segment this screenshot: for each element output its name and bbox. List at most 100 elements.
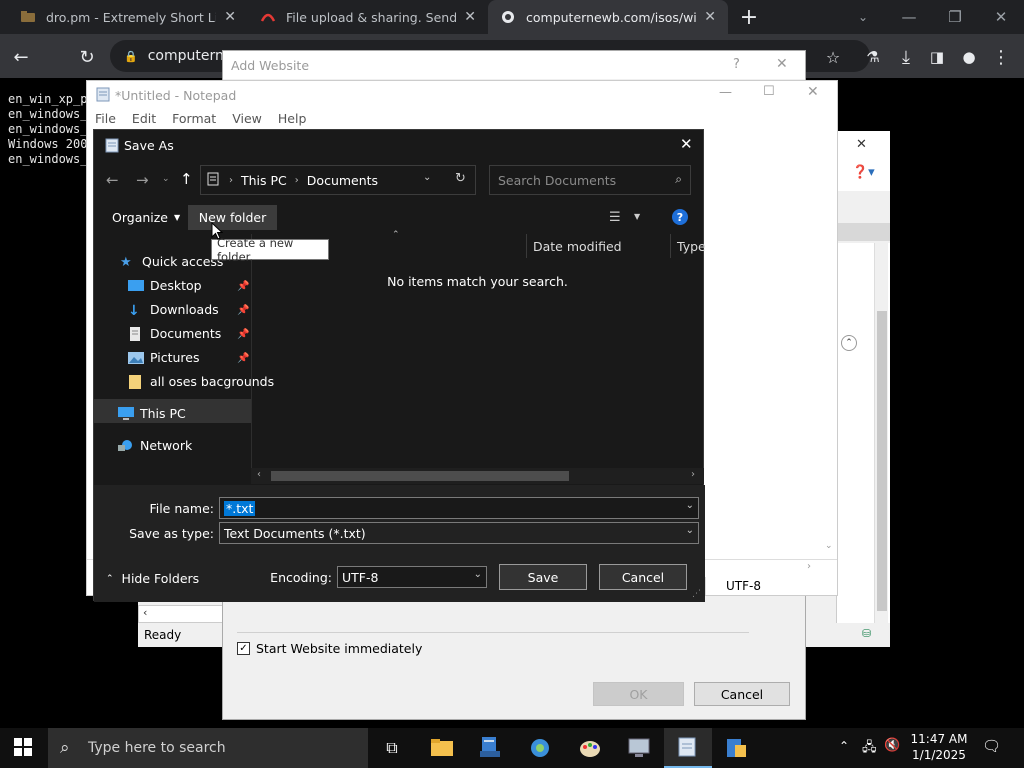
up-arrow-icon[interactable]: ↑: [180, 170, 193, 188]
scroll-down-arrow-icon[interactable]: ⌄: [825, 541, 833, 551]
new-folder-button[interactable]: New folder: [188, 205, 277, 230]
minimize-icon[interactable]: —: [886, 0, 932, 34]
menu-file[interactable]: File: [95, 111, 116, 126]
notifications-icon[interactable]: 🗨: [982, 737, 1001, 755]
task-view-icon[interactable]: ⧉: [379, 735, 405, 761]
help-icon[interactable]: ?: [672, 209, 688, 225]
save-type-select[interactable]: Text Documents (*.txt) ⌄: [219, 522, 699, 544]
file-name-input[interactable]: *.txt ⌄: [219, 497, 699, 519]
iis-help-icon[interactable]: ❓▾: [852, 165, 882, 185]
view-options-icon[interactable]: ☰: [609, 210, 621, 225]
nav-quick-access[interactable]: ★ Quick access: [120, 254, 223, 270]
breadcrumb-dropdown-icon[interactable]: ⌄: [423, 172, 431, 183]
lab-flask-icon[interactable]: ⚗: [860, 44, 886, 70]
profile-avatar-icon[interactable]: ●: [956, 44, 982, 70]
nav-pictures[interactable]: Pictures: [128, 350, 200, 365]
scroll-right-arrow-icon[interactable]: ›: [807, 561, 811, 572]
nav-this-pc[interactable]: This PC: [118, 406, 186, 421]
iis-scrollbar[interactable]: [874, 243, 888, 623]
cancel-button[interactable]: Cancel: [599, 564, 687, 590]
nav-network[interactable]: Network: [118, 438, 192, 453]
save-button[interactable]: Save: [499, 564, 587, 590]
notepad-close-icon[interactable]: ✕: [807, 84, 819, 100]
nav-desktop[interactable]: Desktop: [128, 278, 202, 293]
view-options-chevron-icon[interactable]: ▼: [634, 212, 640, 221]
nav-documents[interactable]: Documents: [128, 326, 221, 341]
breadcrumb[interactable]: › This PC › Documents ⌄ ↻: [200, 165, 476, 195]
help-question-icon[interactable]: ?: [733, 57, 740, 72]
encoding-dropdown-icon[interactable]: ⌄: [474, 569, 482, 580]
back-arrow-icon[interactable]: ←: [8, 44, 34, 70]
nav-downloads[interactable]: ↓ Downloads: [128, 302, 219, 319]
chrome-menu-icon[interactable]: ⋮: [988, 44, 1014, 70]
menu-help[interactable]: Help: [278, 111, 307, 126]
breadcrumb-this-pc[interactable]: This PC: [241, 173, 287, 188]
windows-start-icon[interactable]: [14, 738, 32, 759]
file-list-hscroll[interactable]: ‹ ›: [251, 468, 704, 484]
save-type-dropdown-icon[interactable]: ⌄: [686, 525, 694, 536]
taskbar-clock[interactable]: 11:47 AM 1/1/2025: [900, 731, 978, 763]
notepad-maximize-icon[interactable]: ☐: [763, 84, 775, 99]
side-panel-icon[interactable]: ◨: [924, 44, 950, 70]
close-tab-icon[interactable]: ✕: [704, 9, 716, 25]
reload-icon[interactable]: ↻: [74, 44, 100, 70]
show-hidden-icons-chevron-icon[interactable]: ⌃: [839, 739, 849, 753]
iis-scroll-thumb[interactable]: [877, 311, 887, 611]
iis-close-icon[interactable]: ✕: [856, 137, 867, 152]
browser-tab-file-upload[interactable]: File upload & sharing. Send larg ✕: [248, 0, 488, 34]
taskbar-search-box[interactable]: ⌕ Type here to search: [48, 728, 368, 768]
notepad-minimize-icon[interactable]: —: [719, 85, 732, 100]
scroll-right-arrow-icon[interactable]: ›: [691, 469, 695, 480]
add-website-close-icon[interactable]: ✕: [776, 56, 788, 72]
close-window-icon[interactable]: ✕: [978, 0, 1024, 34]
clock-date: 1/1/2025: [912, 748, 966, 762]
refresh-icon[interactable]: ↻: [455, 171, 466, 186]
encoding-select[interactable]: UTF-8 ⌄: [337, 566, 487, 588]
save-as-close-icon[interactable]: ✕: [680, 135, 693, 153]
breadcrumb-documents[interactable]: Documents: [307, 173, 378, 188]
browser-tab-dro-pm[interactable]: dro.pm - Extremely Short Links ✕: [8, 0, 248, 34]
separator: [237, 632, 749, 633]
start-website-option[interactable]: ✓ Start Website immediately: [237, 641, 422, 656]
paint-icon[interactable]: [577, 735, 603, 761]
new-tab-button[interactable]: +: [736, 4, 762, 30]
menu-edit[interactable]: Edit: [132, 111, 156, 126]
browser-tab-computernewb[interactable]: computernewb.com/isos/windo ✕: [488, 0, 728, 34]
remote-desktop-icon[interactable]: [626, 735, 652, 761]
collapse-up-icon[interactable]: ⌃: [841, 335, 857, 351]
forward-arrow-icon[interactable]: →: [136, 171, 149, 189]
bookmark-star-icon[interactable]: ☆: [820, 44, 846, 70]
iis-pane-header: [836, 223, 890, 241]
tab-search-chevron-icon[interactable]: ⌄: [840, 0, 886, 34]
server-manager-icon[interactable]: [477, 735, 503, 761]
volume-muted-icon[interactable]: 🔇: [884, 738, 900, 753]
notepad-scrollbar[interactable]: ⌄: [823, 131, 837, 551]
download-icon[interactable]: ⤓: [893, 44, 919, 70]
close-tab-icon[interactable]: ✕: [224, 9, 236, 25]
column-type[interactable]: Type: [670, 234, 706, 258]
file-explorer-icon[interactable]: [429, 735, 455, 761]
network-tray-icon[interactable]: 🖧: [862, 738, 877, 760]
back-arrow-icon[interactable]: ←: [106, 171, 119, 189]
internet-explorer-icon[interactable]: [527, 735, 553, 761]
search-documents-input[interactable]: Search Documents ⌕: [489, 165, 691, 195]
hscroll-thumb[interactable]: [271, 471, 569, 481]
column-date-modified[interactable]: Date modified: [526, 234, 670, 258]
recent-locations-chevron-icon[interactable]: ⌄: [162, 174, 170, 184]
iis-manager-icon[interactable]: [723, 735, 749, 761]
resize-grip-icon[interactable]: ⋰: [692, 589, 701, 599]
menu-view[interactable]: View: [232, 111, 262, 126]
restore-icon[interactable]: ❐: [932, 0, 978, 34]
menu-format[interactable]: Format: [172, 111, 216, 126]
scroll-left-arrow-icon[interactable]: ‹: [257, 469, 261, 480]
add-website-cancel-button[interactable]: Cancel: [694, 682, 790, 706]
ok-button[interactable]: OK: [593, 682, 684, 706]
search-placeholder: Search Documents: [498, 172, 617, 188]
organize-button[interactable]: Organize ▼: [112, 210, 180, 225]
start-website-checkbox[interactable]: ✓: [237, 642, 250, 655]
star-icon: ★: [120, 254, 132, 270]
notepad-taskbar-button[interactable]: [664, 728, 712, 768]
file-name-dropdown-icon[interactable]: ⌄: [686, 500, 694, 511]
close-tab-icon[interactable]: ✕: [464, 9, 476, 25]
hide-folders-button[interactable]: ⌃ Hide Folders: [106, 571, 199, 586]
